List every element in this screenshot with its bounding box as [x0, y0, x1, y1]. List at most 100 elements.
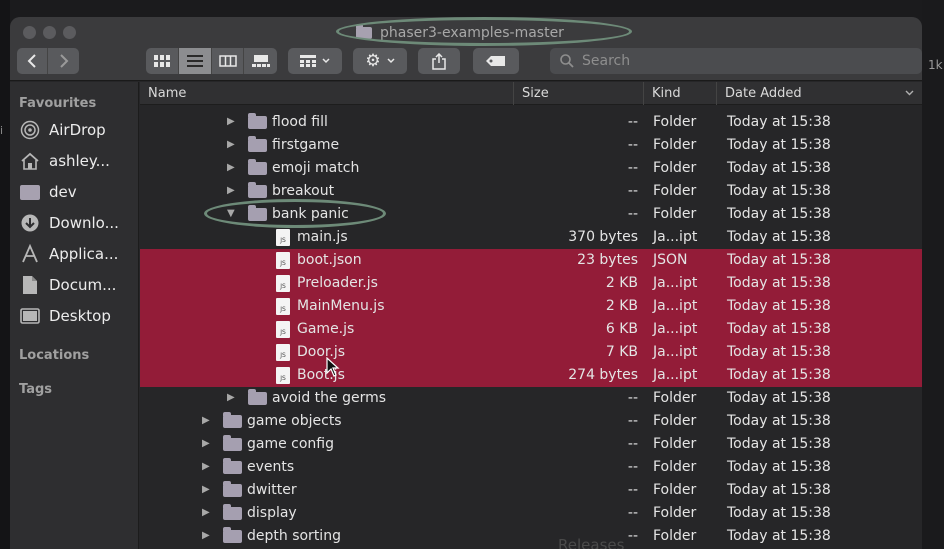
column-view-button[interactable]: [212, 48, 244, 74]
sidebar-heading-locations[interactable]: Locations: [19, 348, 89, 363]
file-kind: Ja...ipt: [653, 321, 698, 337]
file-kind: Folder: [653, 459, 697, 475]
list-item[interactable]: JS Preloader.js 2 KB Ja...ipt Today at 1…: [140, 272, 922, 295]
disclosure-triangle-icon[interactable]: ▶: [202, 415, 210, 426]
column-header-size-label: Size: [522, 86, 549, 101]
zoom-window-button[interactable]: [63, 26, 76, 39]
column-view-icon: [218, 55, 237, 67]
disclosure-triangle-icon[interactable]: ▶: [227, 139, 235, 150]
folder-icon: [248, 182, 267, 198]
file-name: emoji match: [272, 160, 360, 176]
disclosure-triangle-icon[interactable]: ▶: [202, 484, 210, 495]
action-menu-button[interactable]: ⚙: [353, 48, 407, 74]
file-date-added: Today at 15:38: [727, 275, 831, 291]
disclosure-triangle-expanded-icon[interactable]: ▼: [227, 208, 235, 219]
search-placeholder: Search: [582, 53, 631, 69]
javascript-file-icon: JS: [276, 298, 290, 315]
column-header-date-added-label: Date Added: [725, 86, 802, 101]
list-item[interactable]: ▶ display -- Folder Today at 15:38: [140, 502, 922, 525]
disclosure-triangle-icon[interactable]: ▶: [227, 185, 235, 196]
share-button[interactable]: [418, 48, 460, 74]
column-header-name[interactable]: Name: [140, 82, 513, 105]
column-header-size[interactable]: Size: [513, 82, 643, 105]
disclosure-triangle-icon[interactable]: ▶: [202, 507, 210, 518]
file-kind: Ja...ipt: [653, 367, 698, 383]
sidebar-item-airdrop[interactable]: AirDrop: [19, 117, 106, 143]
file-name: firstgame: [272, 137, 340, 153]
sidebar-item-label: AirDrop: [49, 121, 106, 139]
list-item[interactable]: ▶ avoid the germs -- Folder Today at 15:…: [140, 387, 922, 410]
list-item[interactable]: JS Game.js 6 KB Ja...ipt Today at 15:38: [140, 318, 922, 341]
sidebar-item-documents[interactable]: Docum...: [19, 272, 116, 298]
folder-icon: [223, 527, 242, 543]
list-item[interactable]: ▼ bank panic -- Folder Today at 15:38: [140, 203, 922, 226]
folder-icon: [223, 481, 242, 497]
file-date-added: Today at 15:38: [727, 114, 831, 130]
close-window-button[interactable]: [23, 26, 36, 39]
file-name: events: [247, 459, 295, 475]
folder-icon: [248, 113, 267, 129]
sidebar-item-applications[interactable]: Applica...: [19, 241, 118, 267]
forward-button[interactable]: [48, 48, 79, 74]
minimize-window-button[interactable]: [43, 26, 56, 39]
file-date-added: Today at 15:38: [727, 229, 831, 245]
list-item[interactable]: ▶ events -- Folder Today at 15:38: [140, 456, 922, 479]
sidebar-item-dev[interactable]: dev: [19, 179, 77, 205]
search-field[interactable]: Search: [550, 48, 922, 74]
list-item[interactable]: ▶ depth sorting -- Folder Today at 15:38: [140, 525, 922, 548]
list-item[interactable]: JS boot.json 23 bytes JSON Today at 15:3…: [140, 249, 922, 272]
disclosure-triangle-icon[interactable]: ▶: [202, 438, 210, 449]
file-kind: Folder: [653, 505, 697, 521]
list-item[interactable]: ▶ firstgame -- Folder Today at 15:38: [140, 134, 922, 157]
file-kind: Folder: [653, 137, 697, 153]
sidebar-item-home[interactable]: ashley...: [19, 148, 110, 174]
file-name: dwitter: [247, 482, 297, 498]
mouse-pointer-icon: [326, 357, 340, 377]
list-item[interactable]: ▶ dwitter -- Folder Today at 15:38: [140, 479, 922, 502]
json-file-icon: JS: [276, 252, 290, 269]
list-item[interactable]: JS MainMenu.js 2 KB Ja...ipt Today at 15…: [140, 295, 922, 318]
list-item[interactable]: JS Boot.js 274 bytes Ja...ipt Today at 1…: [140, 364, 922, 387]
disclosure-triangle-icon[interactable]: ▶: [202, 461, 210, 472]
sidebar: Favourites AirDrop ashley... dev Downlo.…: [10, 82, 139, 549]
disclosure-triangle-icon[interactable]: ▶: [227, 116, 235, 127]
list-item[interactable]: JS main.js 370 bytes Ja...ipt Today at 1…: [140, 226, 922, 249]
column-header-date-added[interactable]: Date Added: [716, 82, 922, 105]
sidebar-heading-tags[interactable]: Tags: [19, 382, 52, 397]
folder-icon: [19, 183, 41, 201]
file-date-added: Today at 15:38: [727, 413, 831, 429]
disclosure-triangle-icon[interactable]: ▶: [202, 530, 210, 541]
sidebar-item-desktop[interactable]: Desktop: [19, 303, 111, 329]
disclosure-triangle-icon[interactable]: ▶: [227, 162, 235, 173]
file-kind: Folder: [653, 413, 697, 429]
file-size: --: [627, 528, 638, 544]
file-kind: Ja...ipt: [653, 344, 698, 360]
file-date-added: Today at 15:38: [727, 528, 831, 544]
list-item[interactable]: ▶ breakout -- Folder Today at 15:38: [140, 180, 922, 203]
file-date-added: Today at 15:38: [727, 252, 831, 268]
list-view-button[interactable]: [179, 48, 212, 74]
file-size: --: [627, 390, 638, 406]
sidebar-item-downloads[interactable]: Downlo...: [19, 210, 119, 236]
list-item[interactable]: JS Door.js 7 KB Ja...ipt Today at 15:38: [140, 341, 922, 364]
window-title: phaser3-examples-master: [356, 21, 564, 45]
file-size: --: [627, 160, 638, 176]
group-by-button[interactable]: [288, 48, 342, 74]
gallery-view-button[interactable]: [244, 48, 277, 74]
list-item[interactable]: ▶ game objects -- Folder Today at 15:38: [140, 410, 922, 433]
icon-view-button[interactable]: [146, 48, 179, 74]
desktop-icon: [19, 307, 41, 325]
chevron-down-icon: [322, 58, 330, 64]
column-header-kind[interactable]: Kind: [643, 82, 716, 105]
list-item[interactable]: ▶ game config -- Folder Today at 15:38: [140, 433, 922, 456]
disclosure-triangle-icon[interactable]: ▶: [227, 392, 235, 403]
file-name: display: [247, 505, 297, 521]
list-item[interactable]: ▶ emoji match -- Folder Today at 15:38: [140, 157, 922, 180]
airdrop-icon: [19, 120, 41, 140]
file-size: --: [627, 137, 638, 153]
tags-button[interactable]: [473, 48, 519, 74]
list-item[interactable]: ▶ flood fill -- Folder Today at 15:38: [140, 111, 922, 134]
back-button[interactable]: [17, 48, 48, 74]
folder-icon: [248, 205, 267, 221]
folder-icon: [223, 504, 242, 520]
